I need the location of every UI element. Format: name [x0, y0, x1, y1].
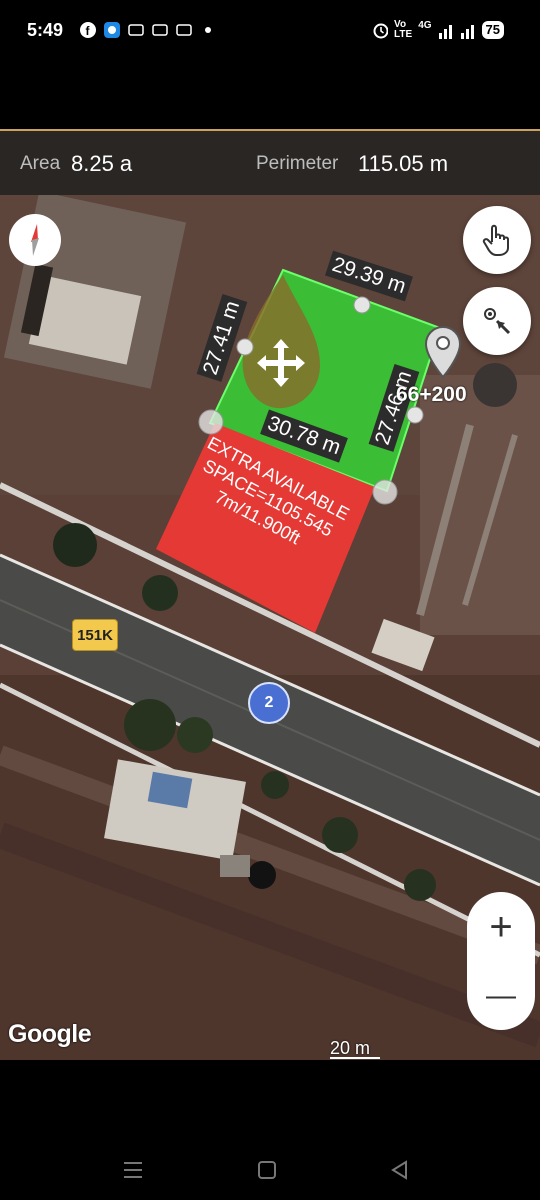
alarm-icon — [372, 22, 389, 39]
point-cursor-icon — [484, 308, 511, 335]
scale-label: 20 m — [330, 1038, 371, 1058]
system-nav-bar — [0, 1060, 540, 1200]
sms-icon — [128, 22, 144, 38]
menu-lines-icon — [124, 1162, 142, 1178]
status-bar: 5:49 f Vo LTE 4G 75 — [0, 0, 540, 64]
battery-icon: 75 — [481, 21, 504, 39]
area-label: Area — [20, 153, 61, 174]
perimeter-value: 115.05 m — [358, 151, 449, 176]
zoom-out-button[interactable]: — — [467, 961, 535, 1030]
zoom-control: + — — [467, 892, 535, 1030]
move-icon[interactable] — [253, 335, 309, 391]
measurement-bar: Area 8.25 a Perimeter 115.05 m — [0, 131, 540, 195]
network-type: Vo LTE — [394, 19, 413, 40]
vertex-handle — [236, 338, 254, 356]
hand-pointer-icon — [482, 224, 509, 256]
sms-icon — [152, 22, 168, 38]
scale-bar — [330, 1057, 380, 1059]
signal-icon — [438, 22, 454, 39]
status-time: 5:49 — [27, 20, 64, 40]
vertex-handle — [372, 479, 398, 505]
dot-icon — [200, 22, 216, 38]
location-pin-icon[interactable] — [424, 325, 462, 381]
sms-icon — [176, 22, 192, 38]
signal-type: 4G — [418, 20, 432, 31]
home-square-icon — [258, 1161, 276, 1179]
app-icon — [104, 22, 120, 38]
notification-icons: f — [80, 22, 216, 38]
facebook-icon: f — [80, 22, 96, 38]
vertex-handle — [353, 296, 371, 314]
google-logo: Google — [8, 1020, 92, 1048]
route-number: 2 — [248, 682, 290, 724]
back-button[interactable] — [380, 1150, 420, 1190]
home-button[interactable] — [247, 1150, 287, 1190]
hand-tool-button[interactable] — [463, 206, 531, 274]
select-point-button[interactable] — [463, 287, 531, 355]
area-value: 8.25 a — [71, 151, 133, 176]
satellite-map[interactable]: 29.39 m 27.41 m 27.46 m 30.78 m 66+200 E… — [0, 195, 540, 1060]
route-shield: 151K — [72, 619, 118, 651]
vertex-handle — [406, 406, 424, 424]
header-spacer — [0, 64, 540, 130]
back-triangle-icon — [391, 1160, 407, 1180]
chainage-label: 66+200 — [396, 383, 467, 406]
recent-apps-button[interactable] — [113, 1150, 153, 1190]
status-right: Vo LTE 4G 75 — [372, 20, 504, 40]
perimeter-label: Perimeter — [256, 153, 339, 174]
compass-button[interactable] — [9, 214, 61, 266]
zoom-in-button[interactable]: + — [467, 892, 535, 961]
compass-icon — [31, 224, 39, 256]
signal-icon — [460, 22, 476, 39]
